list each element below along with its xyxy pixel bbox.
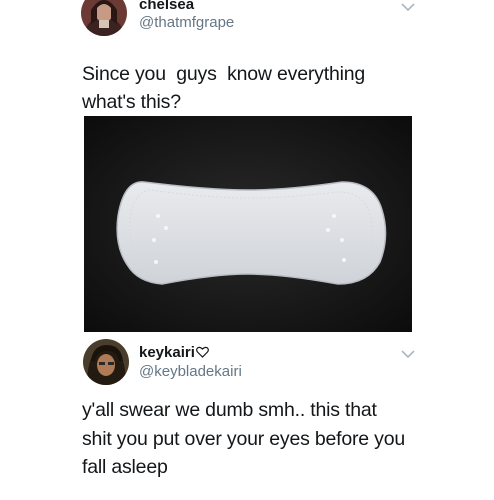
tweet-text-line: what's this? <box>82 91 181 113</box>
display-name[interactable]: keykairi <box>139 344 209 362</box>
user-handle[interactable]: @keybladekairi <box>139 363 242 381</box>
chevron-down-icon[interactable] <box>400 349 416 359</box>
tweet-text-line: shit you put over your eyes before you <box>82 427 406 450</box>
tweet-text-line: Since you guys know everything <box>82 63 366 85</box>
display-name-text: keykairi <box>139 344 195 361</box>
tweet-text-line: y'all swear we dumb smh.. this that <box>82 399 377 421</box>
tweet-photo[interactable] <box>84 116 412 332</box>
display-name[interactable]: chelsea <box>139 0 194 14</box>
tweet-text: Since you guys know everything what's th… <box>82 60 365 116</box>
tweet-text: y'all swear we dumb smh.. this that shit… <box>82 396 405 482</box>
chevron-down-icon[interactable] <box>400 2 416 12</box>
user-handle[interactable]: @thatmfgrape <box>139 14 234 32</box>
avatar-chelsea[interactable] <box>81 0 127 36</box>
heart-outline-icon <box>195 346 209 358</box>
tweet-text-line: fall asleep <box>82 456 168 478</box>
panty-liner-photo <box>84 116 412 332</box>
avatar-keykairi[interactable] <box>83 339 129 385</box>
